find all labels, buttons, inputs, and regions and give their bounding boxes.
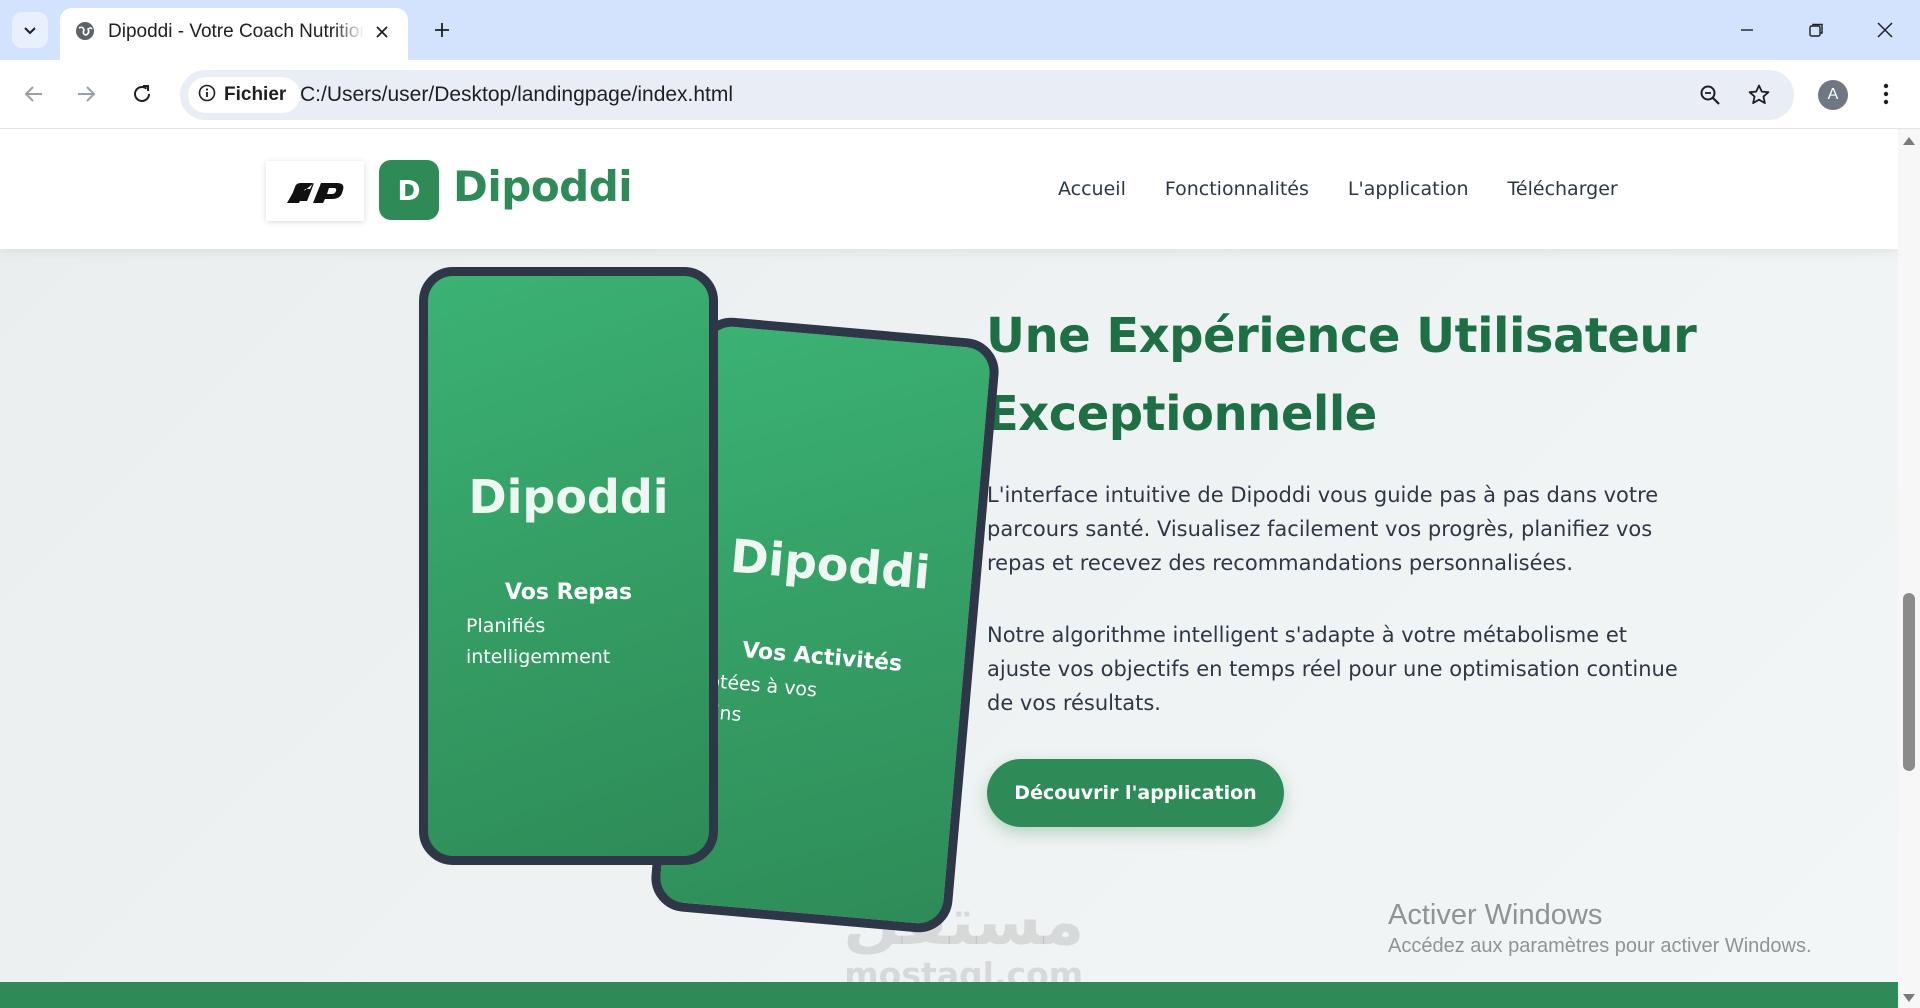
- info-icon: [198, 84, 216, 106]
- globe-icon: [74, 20, 96, 42]
- nav-link-fonctionnalites[interactable]: Fonctionnalités: [1165, 177, 1309, 201]
- address-bar[interactable]: Fichier C:/Users/user/Desktop/landingpag…: [180, 70, 1794, 120]
- url-text[interactable]: C:/Users/user/Desktop/landingpage/index.…: [300, 83, 733, 107]
- site-header: D Dipoddi Accueil Fonctionnalités L'appl…: [0, 129, 1898, 249]
- scroll-down-arrow-icon[interactable]: [1903, 994, 1915, 1002]
- phone-brand: Dipoddi: [728, 528, 933, 600]
- profile-avatar[interactable]: A: [1818, 80, 1848, 110]
- brand-badge[interactable]: D: [379, 160, 439, 220]
- phone-feature-title: Vos Repas: [504, 580, 633, 605]
- algorithm-paragraph: Notre algorithme intelligent s'adapte à …: [987, 623, 1678, 715]
- phone-brand: Dipoddi: [468, 470, 669, 524]
- intro-paragraph: L'interface intuitive de Dipoddi vous gu…: [987, 483, 1659, 575]
- phone-feature-desc: Planifiés intelligemment: [466, 611, 610, 673]
- discover-app-button[interactable]: Découvrir l'application: [987, 759, 1284, 827]
- window-close-icon[interactable]: [1863, 10, 1907, 50]
- site-chip-label: Fichier: [224, 84, 287, 105]
- phone-feature-desc-line: Planifiés: [466, 615, 546, 637]
- section-title-line: Une Expérience Utilisateur: [986, 308, 1697, 364]
- minimize-icon[interactable]: [1725, 10, 1769, 50]
- browser-toolbar: Fichier C:/Users/user/Desktop/landingpag…: [0, 60, 1920, 129]
- page-scrollbar[interactable]: [1898, 129, 1920, 1008]
- phone-feature-desc-line: intelligemment: [466, 646, 611, 668]
- star-icon[interactable]: [1743, 79, 1775, 111]
- back-arrow-icon[interactable]: [14, 74, 54, 114]
- scroll-thumb[interactable]: [1903, 593, 1915, 771]
- site-info-chip[interactable]: Fichier: [188, 77, 301, 113]
- activate-windows-notice: Activer Windows Accédez aux paramètres p…: [1388, 897, 1812, 959]
- zoom-icon[interactable]: [1694, 79, 1726, 111]
- footer-band: [0, 982, 1898, 1008]
- kebab-menu-icon[interactable]: [1872, 74, 1900, 114]
- section-title: Une Expérience Utilisateur Exceptionnell…: [986, 297, 1746, 453]
- dp-logo[interactable]: [266, 161, 364, 221]
- brand-name[interactable]: Dipoddi: [453, 159, 633, 215]
- activate-windows-subtitle: Accédez aux paramètres pour activer Wind…: [1388, 935, 1812, 957]
- nav-link-accueil[interactable]: Accueil: [1058, 177, 1126, 201]
- plus-icon[interactable]: [424, 12, 460, 48]
- scroll-up-arrow-icon[interactable]: [1903, 137, 1915, 145]
- reload-icon[interactable]: [122, 74, 162, 114]
- nav-link-telecharger[interactable]: Télécharger: [1508, 177, 1618, 201]
- tab-title: Dipoddi - Votre Coach Nutrition: [108, 21, 364, 42]
- activate-windows-title: Activer Windows: [1388, 899, 1603, 931]
- restore-icon[interactable]: [1794, 10, 1838, 50]
- browser-tab-active[interactable]: Dipoddi - Votre Coach Nutrition: [60, 8, 408, 60]
- browser-tabbar: Dipoddi - Votre Coach Nutrition: [0, 0, 1920, 60]
- phone-mockup-meals: Dipoddi Vos Repas Planifiés intelligemme…: [419, 267, 718, 865]
- forward-arrow-icon[interactable]: [66, 74, 106, 114]
- close-icon[interactable]: [368, 18, 396, 46]
- main-nav: Accueil Fonctionnalités L'application Té…: [1058, 177, 1618, 201]
- nav-link-application[interactable]: L'application: [1348, 177, 1469, 201]
- section-title-line: Exceptionnelle: [986, 386, 1377, 442]
- tab-search-icon[interactable]: [12, 12, 48, 48]
- page-viewport: D Dipoddi Accueil Fonctionnalités L'appl…: [0, 129, 1898, 1008]
